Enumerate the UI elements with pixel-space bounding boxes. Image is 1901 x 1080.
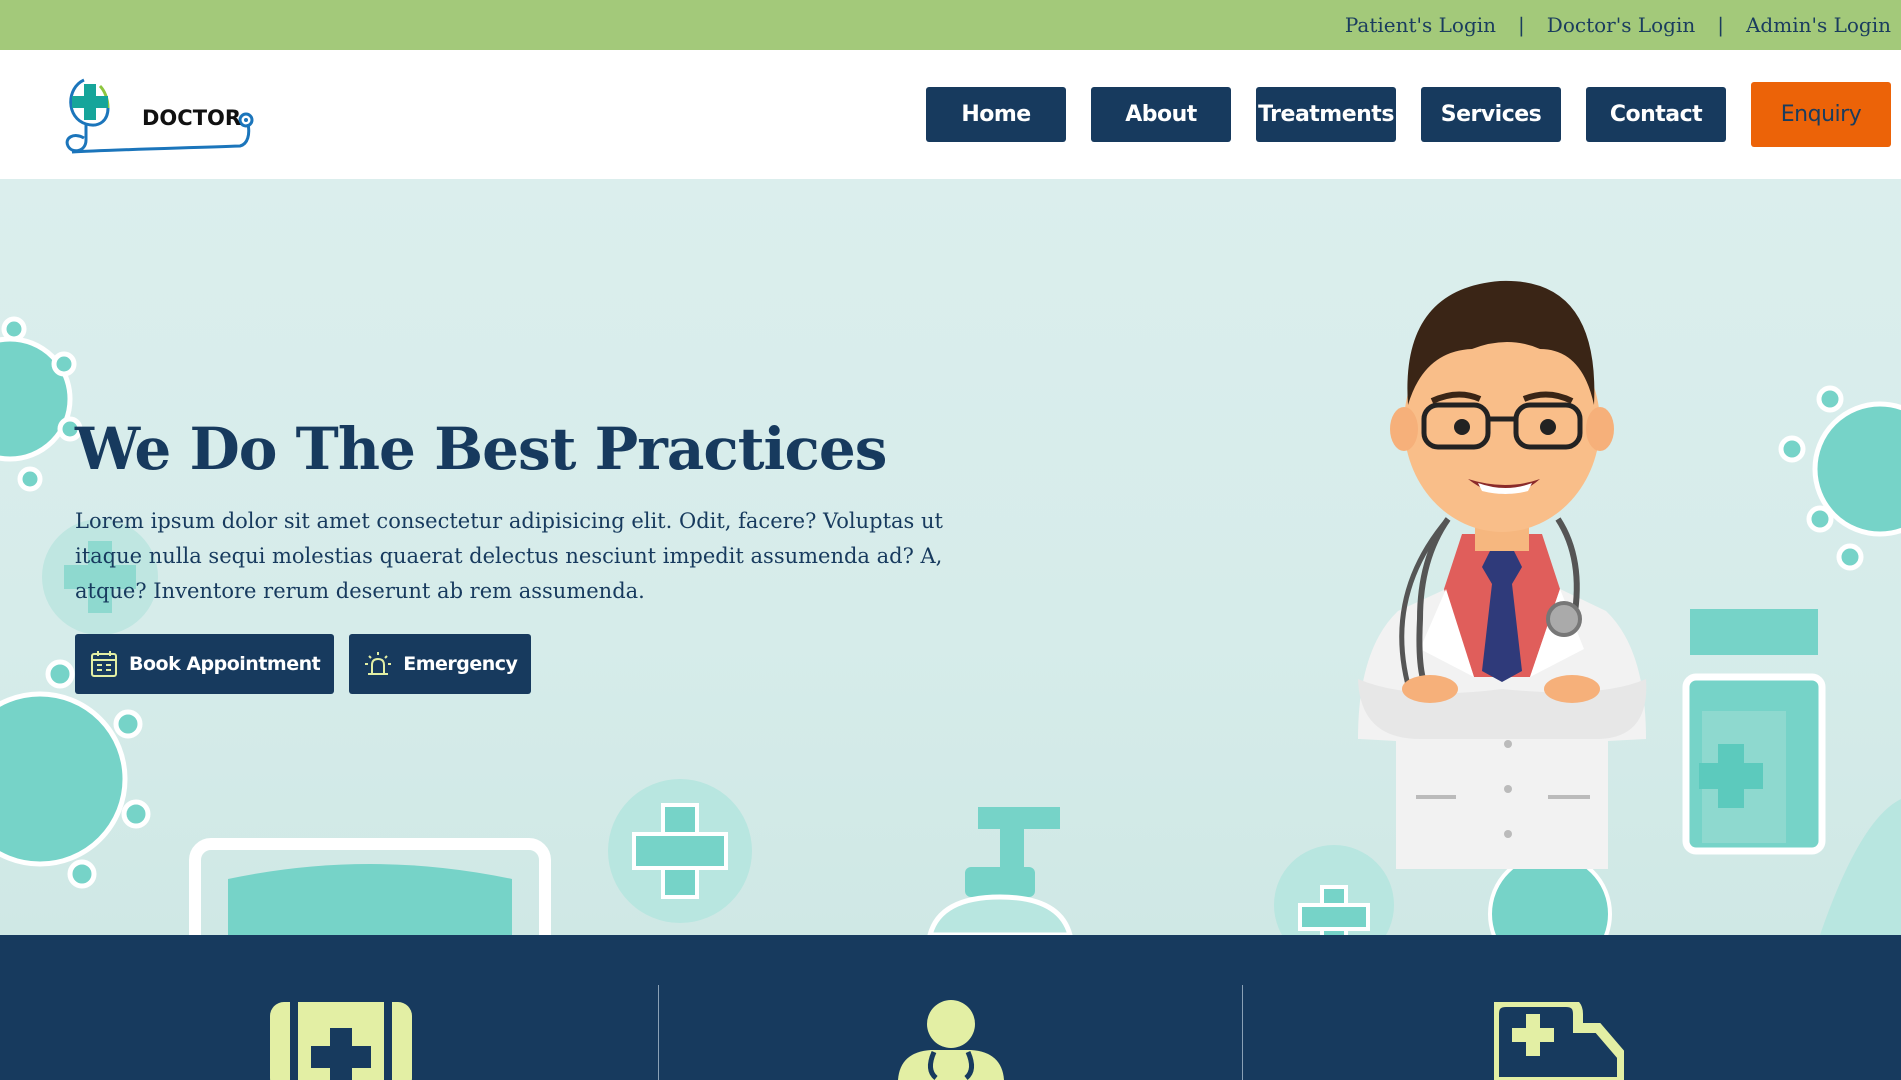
separator: | [1518, 13, 1525, 37]
separator: | [1717, 13, 1724, 37]
calendar-icon [89, 649, 119, 679]
doctor-illustration [1358, 280, 1647, 869]
hero-title: We Do The Best Practices [75, 415, 887, 483]
virus-icon [0, 659, 151, 889]
emergency-button[interactable]: Emergency [349, 634, 532, 694]
hero-buttons: Book Appointment Emergency [75, 634, 532, 694]
virus-icon [0, 316, 83, 492]
enquiry-button[interactable]: Enquiry [1751, 82, 1891, 147]
login-links: Patient's Login | Doctor's Login | Admin… [1345, 0, 1891, 50]
doctor-login-link[interactable]: Doctor's Login [1547, 13, 1695, 37]
main-nav: Home About Treatments Services Contact E… [926, 82, 1891, 147]
medical-book-icon [270, 1002, 412, 1080]
nav-treatments-button[interactable]: Treatments [1256, 87, 1396, 142]
sanitizer-bottle-icon [927, 807, 1073, 935]
book-appointment-label: Book Appointment [129, 653, 321, 675]
top-bar: Patient's Login | Doctor's Login | Admin… [0, 0, 1901, 50]
cross-circle-icon [608, 779, 752, 923]
cross-circle-icon [1274, 845, 1394, 935]
book-appointment-button[interactable]: Book Appointment [75, 634, 335, 694]
face-mask-icon [189, 838, 551, 935]
logo-name: DOCTOR [142, 106, 242, 130]
patient-login-link[interactable]: Patient's Login [1345, 13, 1496, 37]
site-header: DOCTOR Home About Treatments Services Co… [0, 50, 1901, 179]
nav-contact-button[interactable]: Contact [1586, 87, 1726, 142]
siren-icon [363, 649, 393, 679]
divider [1242, 985, 1243, 1080]
hero-description: Lorem ipsum dolor sit amet consectetur a… [75, 509, 943, 603]
features-band [0, 935, 1901, 1080]
ambulance-icon [1494, 1002, 1624, 1080]
logo[interactable]: DOCTOR [64, 68, 264, 168]
medicine-bottle-icon [1682, 609, 1826, 855]
emergency-label: Emergency [403, 653, 518, 675]
nav-home-button[interactable]: Home [926, 87, 1066, 142]
divider [658, 985, 659, 1080]
virus-icon [1778, 385, 1901, 571]
hero-section: We Do The Best Practices Lorem ipsum dol… [0, 179, 1901, 935]
decorative-shape [1820, 799, 1901, 935]
nav-services-button[interactable]: Services [1421, 87, 1561, 142]
doctor-icon [898, 1000, 1004, 1080]
admin-login-link[interactable]: Admin's Login [1746, 13, 1891, 37]
nav-about-button[interactable]: About [1091, 87, 1231, 142]
